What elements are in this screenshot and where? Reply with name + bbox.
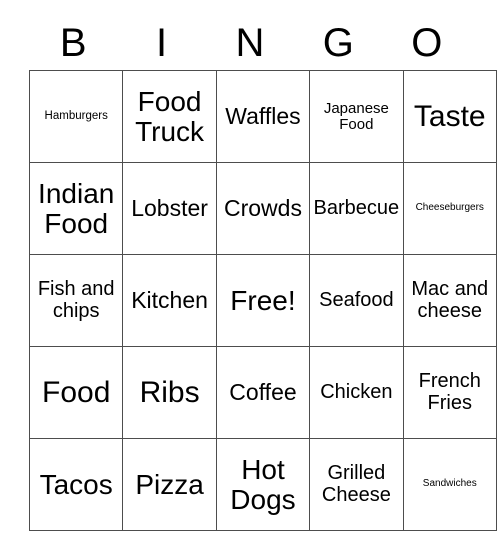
bingo-cell-label: Barbecue [313, 196, 400, 219]
bingo-cell[interactable]: Hot Dogs [215, 438, 311, 531]
bingo-header-letter-o: O [411, 21, 443, 65]
bingo-cell[interactable]: Barbecue [309, 162, 404, 255]
bingo-cell-label: French Fries [418, 370, 481, 414]
bingo-header-letter-n: N [235, 21, 265, 65]
bingo-cell[interactable]: Food Truck [122, 70, 217, 163]
bingo-cell[interactable]: Food [28, 346, 124, 439]
bingo-row: Indian Food Lobster Crowds Barbecue Chee… [28, 162, 497, 255]
bingo-cell-label: Cheeseburgers [415, 202, 484, 214]
bingo-cell-label: Kitchen [131, 287, 208, 314]
bingo-cell[interactable]: Chicken [309, 346, 404, 439]
bingo-cell[interactable]: Pizza [122, 438, 217, 531]
bingo-cell-label: Taste [413, 99, 486, 133]
bingo-cell-label: Crowds [223, 195, 302, 222]
bingo-cell-label: Mac and cheese [411, 278, 489, 322]
bingo-cell-label: Food [42, 375, 111, 409]
bingo-cell-label: Lobster [131, 195, 208, 222]
bingo-cell[interactable]: Hamburgers [28, 70, 124, 163]
bingo-cell[interactable]: Japanese Food [309, 70, 404, 163]
bingo-cell-label: Food Truck [135, 85, 205, 147]
bingo-cell[interactable]: Taste [402, 70, 497, 163]
bingo-cell[interactable]: Sandwiches [402, 438, 497, 531]
bingo-cell[interactable]: Cheeseburgers [402, 162, 497, 255]
bingo-cell-label: Fish and chips [37, 278, 115, 322]
bingo-cell-label: Tacos [39, 468, 113, 500]
bingo-cell[interactable]: Fish and chips [28, 254, 124, 347]
bingo-row: Tacos Pizza Hot Dogs Grilled Cheese Sand… [28, 438, 497, 531]
bingo-cell[interactable]: Crowds [215, 162, 311, 255]
bingo-row: Food Ribs Coffee Chicken French Fries [28, 346, 497, 439]
bingo-cell[interactable]: Kitchen [122, 254, 217, 347]
bingo-cell-label: Hot Dogs [230, 453, 296, 515]
bingo-header-letter-b: B [59, 21, 87, 65]
bingo-header-letter-g: G [322, 21, 354, 65]
bingo-cell-label: Sandwiches [422, 478, 477, 490]
bingo-cell[interactable]: Lobster [122, 162, 217, 255]
bingo-cell[interactable]: Indian Food [28, 162, 124, 255]
bingo-cell-label: Chicken [320, 380, 393, 403]
bingo-row: Fish and chips Kitchen Free! Seafood Mac… [28, 254, 497, 347]
bingo-card: B I N G O Hamburgers Food Truck Waffles … [28, 16, 497, 531]
bingo-grid: Hamburgers Food Truck Waffles Japanese F… [28, 70, 497, 531]
bingo-cell[interactable]: Seafood [309, 254, 404, 347]
bingo-cell[interactable]: Waffles [215, 70, 311, 163]
bingo-header-letter-i: I [156, 21, 168, 65]
bingo-free-space-label: Free! [230, 284, 296, 316]
bingo-cell-label: Grilled Cheese [321, 462, 391, 506]
bingo-cell-label: Japanese Food [323, 99, 389, 133]
bingo-cell-label: Ribs [139, 375, 200, 409]
bingo-cell-label: Seafood [319, 288, 394, 311]
bingo-cell[interactable]: Ribs [122, 346, 217, 439]
bingo-cell[interactable]: French Fries [402, 346, 497, 439]
bingo-cell[interactable]: Coffee [215, 346, 311, 439]
bingo-cell[interactable]: Grilled Cheese [309, 438, 404, 531]
bingo-cell-label: Hamburgers [44, 110, 108, 123]
bingo-cell[interactable]: Mac and cheese [402, 254, 497, 347]
bingo-cell-label: Waffles [225, 103, 301, 130]
bingo-cell-label: Coffee [229, 379, 297, 406]
bingo-header-row: B I N G O [29, 16, 471, 70]
bingo-cell-free[interactable]: Free! [215, 254, 311, 347]
bingo-cell-label: Indian Food [38, 177, 115, 239]
bingo-cell[interactable]: Tacos [28, 438, 124, 531]
bingo-row: Hamburgers Food Truck Waffles Japanese F… [28, 70, 497, 163]
bingo-cell-label: Pizza [135, 468, 204, 500]
